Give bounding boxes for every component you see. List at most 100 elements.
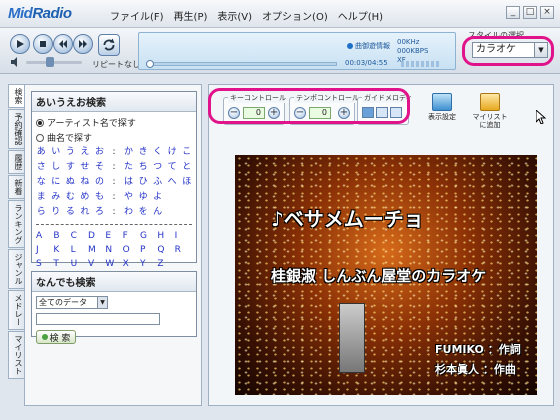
previous-button[interactable]	[53, 34, 73, 54]
play-button[interactable]	[10, 34, 30, 54]
kana-link[interactable]: む	[63, 191, 78, 204]
alpha-link[interactable]: V	[88, 257, 105, 271]
kana-link[interactable]: ゆ	[136, 191, 151, 204]
kana-link[interactable]: は	[121, 176, 136, 189]
kana-link[interactable]: と	[179, 161, 194, 174]
alpha-link[interactable]: H	[157, 229, 174, 243]
kana-link[interactable]: く	[150, 146, 165, 159]
maximize-button[interactable]: □	[523, 6, 537, 19]
tab-genre[interactable]: ジャンル	[8, 249, 24, 289]
menu-play[interactable]: 再生(P)	[174, 8, 208, 23]
kana-link[interactable]: そ	[92, 161, 107, 174]
alpha-link[interactable]: E	[105, 229, 122, 243]
stop-button[interactable]	[33, 34, 53, 54]
volume-slider[interactable]	[26, 57, 82, 67]
kana-link[interactable]: や	[121, 191, 136, 204]
volume-knob[interactable]	[46, 57, 54, 67]
alpha-link[interactable]: M	[88, 243, 105, 257]
alpha-link[interactable]: I	[175, 229, 192, 243]
repeat-button[interactable]	[98, 34, 120, 56]
menu-file[interactable]: ファイル(F)	[110, 8, 164, 23]
alpha-link[interactable]: G	[140, 229, 157, 243]
kana-link[interactable]: る	[63, 206, 78, 219]
kana-link[interactable]: め	[78, 191, 93, 204]
next-button[interactable]	[73, 34, 93, 54]
kana-link[interactable]: ん	[150, 206, 165, 219]
kana-link[interactable]: せ	[78, 161, 93, 174]
alpha-link[interactable]: Z	[157, 257, 174, 271]
tab-mylist[interactable]: マイリスト	[8, 331, 24, 379]
close-button[interactable]: ×	[540, 6, 554, 19]
alpha-link[interactable]: L	[71, 243, 88, 257]
kana-link[interactable]: み	[49, 191, 64, 204]
tab-search[interactable]: 検索	[8, 84, 24, 108]
alpha-link[interactable]: B	[53, 229, 70, 243]
kana-link[interactable]: ち	[136, 161, 151, 174]
kana-link[interactable]: こ	[179, 146, 194, 159]
kana-link[interactable]: す	[63, 161, 78, 174]
kana-link[interactable]: ま	[34, 191, 49, 204]
kana-link[interactable]: あ	[34, 146, 49, 159]
search-input[interactable]	[36, 313, 160, 325]
alpha-link[interactable]: R	[175, 243, 192, 257]
kana-link[interactable]: よ	[150, 191, 165, 204]
add-to-mylist-button[interactable]: マイリスト に追加	[467, 93, 513, 129]
kana-link[interactable]: け	[165, 146, 180, 159]
kana-link[interactable]: わ	[121, 206, 136, 219]
alpha-link[interactable]: Y	[140, 257, 157, 271]
alpha-link[interactable]: O	[123, 243, 140, 257]
kana-link[interactable]: ね	[78, 176, 93, 189]
kana-link[interactable]: の	[92, 176, 107, 189]
tab-ranking[interactable]: ランキング	[8, 200, 24, 248]
kana-link[interactable]: ぬ	[63, 176, 78, 189]
chevron-down-icon[interactable]: ▼	[97, 297, 107, 308]
kana-link[interactable]: を	[136, 206, 151, 219]
alpha-link[interactable]: J	[36, 243, 53, 257]
alpha-link[interactable]: T	[53, 257, 70, 271]
alpha-link[interactable]: X	[123, 257, 140, 271]
radio-artist[interactable]: アーティスト名で探す	[32, 115, 196, 130]
kana-link[interactable]: て	[165, 161, 180, 174]
seek-knob[interactable]	[146, 60, 154, 68]
alpha-link[interactable]: N	[105, 243, 122, 257]
kana-link[interactable]: さ	[34, 161, 49, 174]
kana-link[interactable]: り	[49, 206, 64, 219]
data-type-select[interactable]: 全てのデータ ▼	[36, 296, 108, 309]
search-button[interactable]: 検 索	[36, 330, 76, 344]
minimize-button[interactable]: _	[506, 6, 520, 19]
kana-link[interactable]: ら	[34, 206, 49, 219]
kana-link[interactable]: か	[121, 146, 136, 159]
alpha-link[interactable]: A	[36, 229, 53, 243]
seek-bar[interactable]	[146, 60, 337, 68]
alpha-link[interactable]: P	[140, 243, 157, 257]
kana-link[interactable]: ひ	[136, 176, 151, 189]
alpha-link[interactable]: W	[105, 257, 122, 271]
kana-link[interactable]: う	[63, 146, 78, 159]
alpha-link[interactable]: F	[123, 229, 140, 243]
alpha-link[interactable]: C	[71, 229, 88, 243]
alpha-link[interactable]: U	[71, 257, 88, 271]
radio-song-title[interactable]: 曲名で探す	[32, 130, 196, 145]
tab-new[interactable]: 新着	[8, 175, 24, 199]
tab-medley[interactable]: メドレー	[8, 290, 24, 330]
kana-link[interactable]: ふ	[150, 176, 165, 189]
alpha-link[interactable]: Q	[157, 243, 174, 257]
kana-link[interactable]: れ	[78, 206, 93, 219]
kana-link[interactable]: ろ	[92, 206, 107, 219]
kana-link[interactable]: も	[92, 191, 107, 204]
kana-link[interactable]: え	[78, 146, 93, 159]
kana-link[interactable]: ほ	[179, 176, 194, 189]
menu-options[interactable]: オプション(O)	[262, 8, 328, 23]
kana-link[interactable]: つ	[150, 161, 165, 174]
alpha-link[interactable]: K	[53, 243, 70, 257]
kana-link[interactable]: し	[49, 161, 64, 174]
alpha-link[interactable]: S	[36, 257, 53, 271]
tab-reservation[interactable]: 予約確認	[8, 109, 24, 149]
menu-view[interactable]: 表示(V)	[217, 8, 252, 23]
kana-link[interactable]: お	[92, 146, 107, 159]
kana-link[interactable]: へ	[165, 176, 180, 189]
kana-link[interactable]: い	[49, 146, 64, 159]
kana-link[interactable]: に	[49, 176, 64, 189]
alpha-link[interactable]: D	[88, 229, 105, 243]
kana-link[interactable]: な	[34, 176, 49, 189]
